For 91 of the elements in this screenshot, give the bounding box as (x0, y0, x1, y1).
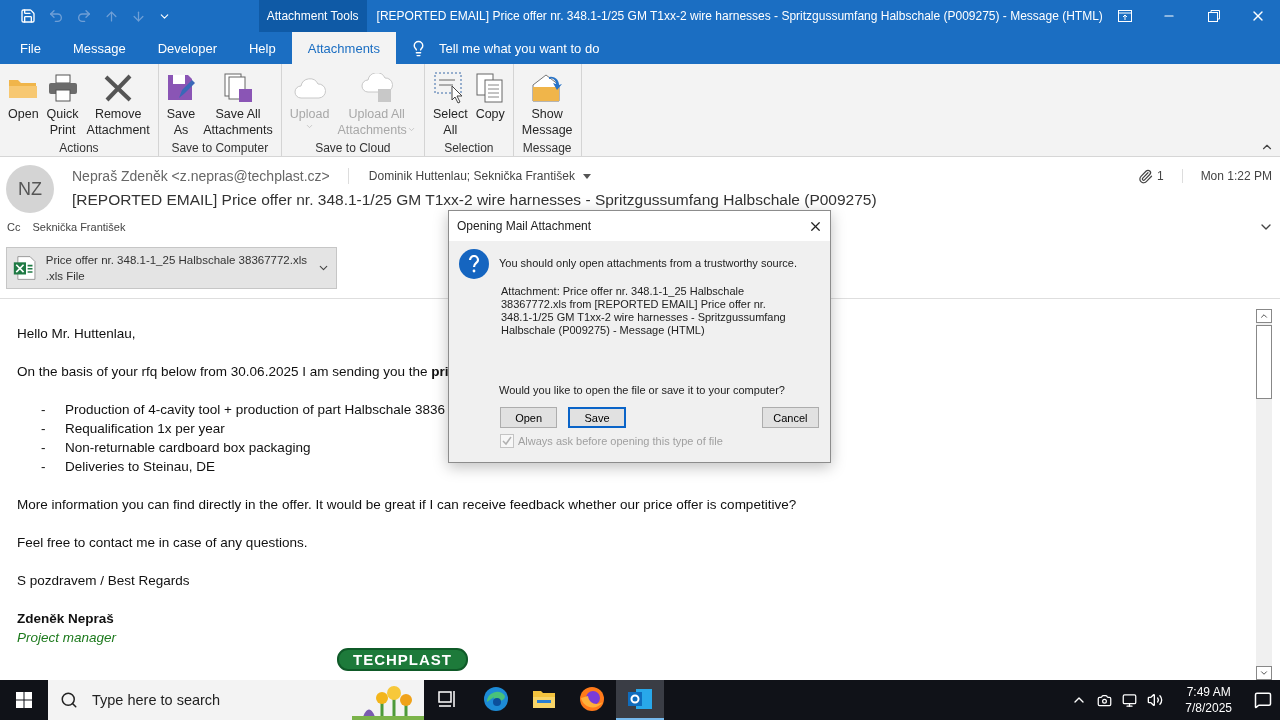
group-label: Save to Cloud (314, 140, 392, 156)
group-label: Selection (443, 140, 495, 156)
cloud-floppy-icon (360, 73, 393, 103)
list-item: Production of 4-cavity tool + production of part Halbschale 3836 (65, 401, 446, 419)
scroll-thumb[interactable] (1256, 325, 1272, 399)
folder-icon (532, 689, 556, 709)
dialog-button[interactable]: Save (568, 407, 626, 428)
restore-icon (1207, 10, 1220, 22)
chevron-down-icon (1259, 668, 1269, 678)
ribbon-tab[interactable]: Help (232, 32, 292, 64)
sent-date: Mon 1:22 PM (1199, 169, 1273, 183)
ribbon-button[interactable]: Remove Attachment (82, 68, 154, 140)
taskbar-app[interactable] (616, 680, 664, 720)
task-view-icon (438, 690, 458, 708)
checkbox-label: Always ask before opening this type of file (518, 435, 723, 447)
ribbon-tab[interactable]: File (4, 32, 57, 64)
message-subject: [REPORTED EMAIL] Price offer nr. 348.1-1/25 GM T1xx-2 wire harnesses - Spritzgussumfang Halbschale (P009275) (72, 191, 878, 209)
ribbon-button[interactable]: Show Message (517, 68, 577, 140)
cc-recipient: Seknička František (32, 221, 126, 233)
x-mark-icon (103, 74, 134, 102)
envelope-arrow-icon (531, 73, 564, 103)
cc-label: Cc (7, 221, 21, 233)
scroll-up-button[interactable] (1256, 309, 1272, 323)
question-icon (459, 249, 489, 279)
attachment-chip[interactable]: Price offer nr. 348.1-1_25 Halbschale 38367772.xls .xls File (6, 247, 337, 289)
dialog-button[interactable]: Open (500, 407, 558, 428)
ribbon-button[interactable]: Copy (471, 68, 509, 140)
chevron-up-icon (1259, 311, 1269, 321)
ribbon-tab[interactable]: Developer (141, 32, 233, 64)
caret-icon (582, 173, 591, 179)
body-paragraph: On the basis of your rfq below from 30.06.2025 I am sending you the pri (17, 363, 449, 381)
body-paragraph: S pozdravem / Best Regards (17, 572, 190, 590)
tell-me-search[interactable]: Tell me what you want to do (396, 32, 614, 64)
paperclip-icon (1137, 168, 1153, 184)
checkmark-icon (502, 436, 512, 446)
search-icon (60, 691, 78, 709)
list-marker: - (41, 401, 47, 419)
ribbon-tab[interactable]: Message (56, 32, 142, 64)
body-paragraph: Feel free to contact me in case of any questions. (17, 534, 308, 552)
dialog-title: Opening Mail Attachment (457, 219, 592, 233)
save-icon[interactable] (20, 8, 36, 24)
recipients[interactable]: Dominik Huttenlau; Seknička František (348, 169, 591, 183)
dialog-question: Would you like to open the file or save it to your computer? (499, 384, 786, 396)
list-marker: - (41, 420, 47, 438)
ribbon-button[interactable]: Save As (162, 68, 200, 140)
contextual-tab-label: Attachment Tools (258, 0, 367, 32)
window-title: [REPORTED EMAIL] Price offer nr. 348.1-1/25 GM T1xx-2 wire harnesses - Spritzgussumfang Halbschale (P009275) - Message (HTML) (375, 9, 1103, 23)
list-marker: - (41, 458, 47, 476)
body-paragraph: Hello Mr. Huttenlau, (17, 325, 136, 343)
signature-title: Project manager (17, 629, 117, 647)
sender-avatar: NZ (6, 165, 54, 213)
ribbon-button[interactable]: Save All Attachments (199, 68, 277, 140)
group-label: Actions (58, 140, 100, 156)
taskbar-clock[interactable]: 7:49 AM 7/8/2025 (1173, 684, 1244, 716)
printer-icon (47, 74, 78, 102)
list-item: Requalification 1x per year (65, 420, 225, 438)
spreadsheet-file-icon (13, 253, 36, 283)
mail-app-icon (627, 687, 653, 711)
list-item: Deliveries to Steinau, DE (65, 458, 216, 476)
fox-globe-icon (579, 686, 605, 712)
list-item: Non-returnable cardboard box packaging (65, 439, 311, 457)
taskbar-search-field[interactable]: Type here to search (48, 680, 352, 720)
windows-logo-icon (16, 692, 32, 708)
company-logo: TECHPLAST (337, 648, 468, 671)
window-arrow-icon (1118, 10, 1132, 22)
ribbon-button[interactable]: Select All (428, 68, 472, 140)
camera-icon[interactable] (1097, 692, 1113, 708)
scrollbar[interactable] (1256, 309, 1272, 680)
attachment-count: 1 (1152, 169, 1183, 183)
group-label: Message (521, 140, 573, 156)
dialog-button[interactable]: Cancel (761, 407, 819, 428)
ribbon-button[interactable]: Quick Print (42, 68, 83, 140)
signature-name: Zdeněk Nepraš (17, 610, 114, 628)
list-marker: - (41, 439, 47, 457)
copy-icon (476, 73, 505, 103)
ribbon-tab[interactable]: Attachments (291, 32, 396, 64)
speaker-icon[interactable] (1147, 692, 1164, 708)
search-placeholder: Type here to search (92, 692, 221, 708)
cloud-icon (293, 77, 326, 99)
warning-text: You should only open attachments from a trustworthy source. (499, 257, 797, 269)
group-label: Save to Computer (170, 140, 270, 156)
sender-name: Nepraš Zdeněk <z.nepras@techplast.cz> (72, 168, 349, 184)
notifications-icon[interactable] (1254, 691, 1272, 709)
browser-swirl-icon (483, 686, 509, 712)
ribbon-button[interactable]: Open (4, 68, 43, 140)
scroll-down-button[interactable] (1256, 666, 1272, 680)
network-icon[interactable] (1122, 692, 1138, 708)
body-paragraph: More information you can find directly in the offer. It would be great if I can receive feedback whether our price offer is competitive? (17, 496, 797, 514)
attachment-details: Attachment: Price offer nr. 348.1-1_25 Halbschale 38367772.xls from [REPORTED EMAIL] Price offer nr. 348.1-1/25 GM T1xx-2 wire harnesses - Spritzgussumfang Halbschale (P009275) - Message (HTML) (501, 285, 787, 337)
documents-floppy-icon (223, 73, 253, 103)
floppy-pencil-icon (167, 74, 196, 102)
